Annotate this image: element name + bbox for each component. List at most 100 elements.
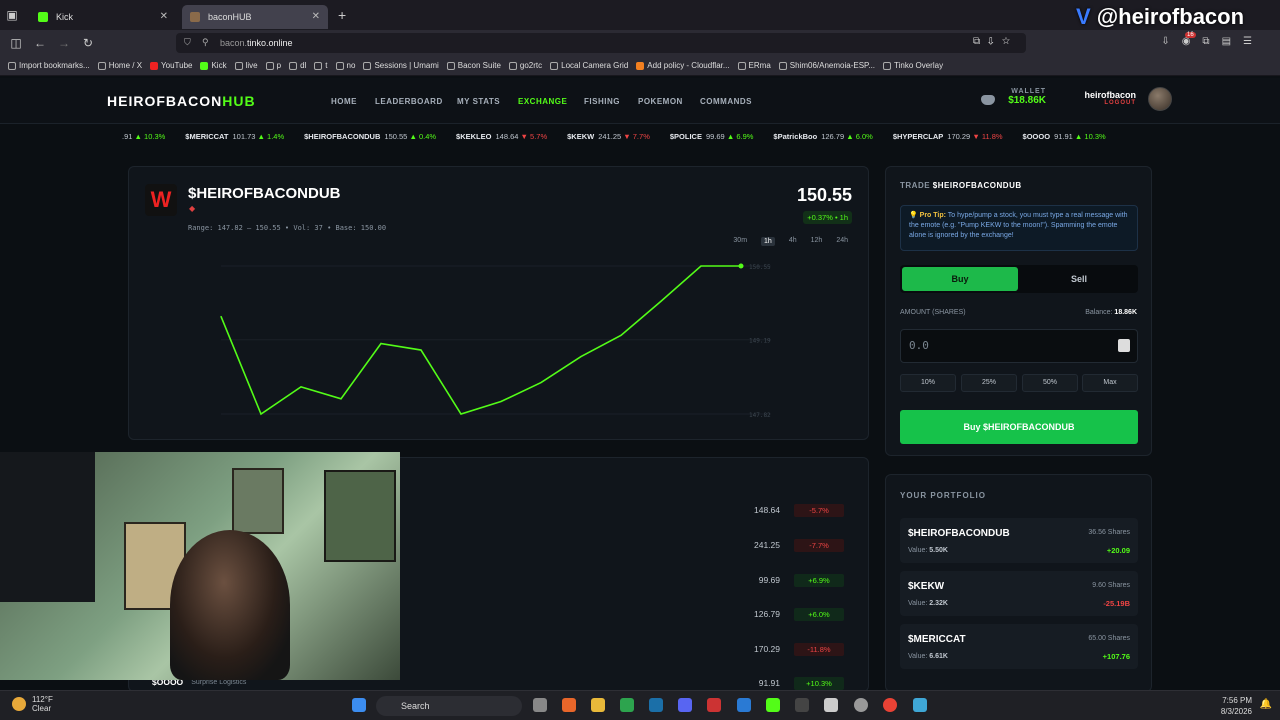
- taskbar-search[interactable]: Search: [376, 696, 522, 716]
- nav-my-stats[interactable]: MY STATS: [457, 97, 500, 106]
- app-icon[interactable]: [707, 698, 721, 712]
- discord-taskbar-icon[interactable]: [678, 698, 692, 712]
- holding-symbol: $MERICCAT: [908, 634, 966, 645]
- bookmark-item[interactable]: YouTube: [150, 61, 192, 70]
- portfolio-item[interactable]: $MERICCAT 65.00 Shares Value: 6.61K +107…: [900, 624, 1138, 669]
- bookmark-item[interactable]: Add policy - Cloudflar...: [636, 61, 730, 70]
- pct-25-button[interactable]: 25%: [961, 374, 1017, 392]
- bookmark-folder[interactable]: t: [314, 61, 328, 70]
- portfolio-item[interactable]: $HEIROFBACONDUB 36.56 Shares Value: 5.50…: [900, 518, 1138, 563]
- windows-start-icon[interactable]: [352, 698, 366, 712]
- market-row[interactable]: 170.29 -11.8%: [720, 642, 844, 656]
- tab-label: Kick: [56, 11, 74, 22]
- discord-icon[interactable]: [981, 95, 995, 105]
- bookmark-item[interactable]: Home / X: [97, 61, 142, 70]
- nav-exchange[interactable]: EXCHANGE: [518, 97, 567, 106]
- y-tick-label: 150.55: [749, 264, 771, 271]
- site-logo[interactable]: HEIROFBACONHUB: [107, 93, 256, 109]
- range-24h[interactable]: 24h: [836, 237, 848, 246]
- avatar[interactable]: [1148, 87, 1172, 111]
- ticker-item[interactable]: .91 ▲ 10.3%: [118, 132, 165, 141]
- quantity-stepper[interactable]: [1118, 339, 1130, 352]
- system-clock[interactable]: 7:56 PM 8/3/2026: [1221, 695, 1252, 717]
- xbox-icon[interactable]: [620, 698, 634, 712]
- vscode-icon[interactable]: [737, 698, 751, 712]
- site-info-icon[interactable]: ⚲: [202, 37, 209, 48]
- tab-list-icon[interactable]: ▣: [0, 8, 24, 22]
- range-30m[interactable]: 30m: [733, 237, 747, 246]
- chrome-icon[interactable]: [883, 698, 897, 712]
- market-row[interactable]: 99.69 +6.9%: [720, 573, 844, 587]
- bookmark-item[interactable]: Tinko Overlay: [883, 61, 943, 70]
- nav-fishing[interactable]: FISHING: [584, 97, 620, 106]
- bookmark-item[interactable]: Import bookmarks...: [8, 61, 90, 70]
- pct-10-button[interactable]: 10%: [900, 374, 956, 392]
- market-row[interactable]: 126.79 +6.0%: [720, 607, 844, 621]
- market-row[interactable]: 91.91 +10.3%: [720, 676, 844, 690]
- holding-shares: 36.56 Shares: [1088, 529, 1130, 536]
- market-row[interactable]: 241.25 -7.7%: [720, 538, 844, 552]
- reload-icon[interactable]: ↻: [76, 36, 100, 50]
- firefox-icon[interactable]: [562, 698, 576, 712]
- temperature: 112°F: [32, 695, 53, 704]
- ticker-item[interactable]: $POLICE 99.69 ▲ 6.9%: [670, 132, 754, 141]
- tab-baconhub[interactable]: baconHUB ✕: [182, 4, 328, 29]
- app-icon[interactable]: [824, 698, 838, 712]
- nav-leaderboard[interactable]: LEADERBOARD: [375, 97, 443, 106]
- amount-input[interactable]: 0.0: [900, 329, 1138, 363]
- app-icon[interactable]: [766, 698, 780, 712]
- ticker-item[interactable]: $KEKLEO 148.64 ▼ 5.7%: [456, 132, 547, 141]
- ticker-item[interactable]: $KEKW 241.25 ▼ 7.7%: [567, 132, 650, 141]
- ticker-item[interactable]: $HEIROFBACONDUB 150.55 ▲ 0.4%: [304, 132, 436, 141]
- range-4h[interactable]: 4h: [789, 237, 797, 246]
- close-tab-icon[interactable]: ✕: [312, 11, 320, 22]
- sell-tab[interactable]: Sell: [1022, 267, 1136, 291]
- portfolio-item[interactable]: $KEKW 9.60 Shares Value: 2.32K -25.19B: [900, 571, 1138, 616]
- bookmark-folder[interactable]: no: [335, 61, 355, 70]
- buy-tab[interactable]: Buy: [902, 267, 1018, 291]
- notification-bell-icon[interactable]: 🔔: [1260, 699, 1272, 710]
- bookmark-item[interactable]: Local Camera Grid: [550, 61, 628, 70]
- shield-icon[interactable]: ⛉: [184, 37, 191, 48]
- url-bar[interactable]: ⛉ ⚲ bacon. tinko.online ⧉⇩☆: [176, 33, 1026, 53]
- new-tab-button[interactable]: +: [338, 7, 346, 23]
- range-1h[interactable]: 1h: [761, 237, 775, 246]
- pct-50-button[interactable]: 50%: [1022, 374, 1078, 392]
- close-tab-icon[interactable]: ✕: [160, 11, 168, 22]
- ticker-item[interactable]: $OOOO 91.91 ▲ 10.3%: [1023, 132, 1106, 141]
- forward-icon[interactable]: →: [52, 36, 76, 50]
- notepad-icon[interactable]: [913, 698, 927, 712]
- range-12h[interactable]: 12h: [811, 237, 823, 246]
- market-row[interactable]: 148.64 -5.7%: [720, 503, 844, 517]
- file-explorer-icon[interactable]: [591, 698, 605, 712]
- bookmark-item[interactable]: Bacon Suite: [446, 61, 501, 70]
- sidebar-icon[interactable]: ◫: [4, 36, 28, 50]
- nav-commands[interactable]: COMMANDS: [700, 97, 752, 106]
- price-point: [340, 398, 342, 400]
- bookmark-item[interactable]: Shim06/Anemoia-ESP...: [778, 61, 875, 70]
- tab-kick[interactable]: Kick ✕: [30, 5, 176, 29]
- bookmark-folder[interactable]: p: [265, 61, 281, 70]
- app-icon[interactable]: [854, 698, 868, 712]
- nav-home[interactable]: HOME: [331, 97, 357, 106]
- bookmark-folder[interactable]: live: [234, 61, 258, 70]
- steam-icon[interactable]: [649, 698, 663, 712]
- ticker-item[interactable]: $MERICCAT 101.73 ▲ 1.4%: [185, 132, 284, 141]
- toolbar-icons[interactable]: ⇩◉⧉▤☰: [1161, 36, 1264, 47]
- bookmark-item[interactable]: ERma: [737, 61, 771, 70]
- nav-pokemon[interactable]: POKEMON: [638, 97, 683, 106]
- url-actions-icons[interactable]: ⧉⇩☆: [973, 36, 1018, 47]
- terminal-icon[interactable]: [795, 698, 809, 712]
- back-icon[interactable]: ←: [28, 36, 52, 50]
- ticker-item[interactable]: $HYPERCLAP 170.29 ▼ 11.8%: [893, 132, 1003, 141]
- task-view-icon[interactable]: [533, 698, 547, 712]
- ticker-item[interactable]: $PatrickBoo 126.79 ▲ 6.0%: [773, 132, 872, 141]
- bookmark-folder[interactable]: dl: [289, 61, 306, 70]
- bookmark-item[interactable]: go2rtc: [508, 61, 542, 70]
- buy-stock-button[interactable]: Buy $HEIROFBACONDUB: [900, 410, 1138, 444]
- bookmark-item[interactable]: Sessions | Umami: [363, 61, 439, 70]
- bookmark-item[interactable]: Kick: [200, 61, 227, 70]
- pct-max-button[interactable]: Max: [1082, 374, 1138, 392]
- weather-widget[interactable]: 112°F Clear: [12, 695, 53, 713]
- logout-link[interactable]: LOGOUT: [1076, 100, 1136, 106]
